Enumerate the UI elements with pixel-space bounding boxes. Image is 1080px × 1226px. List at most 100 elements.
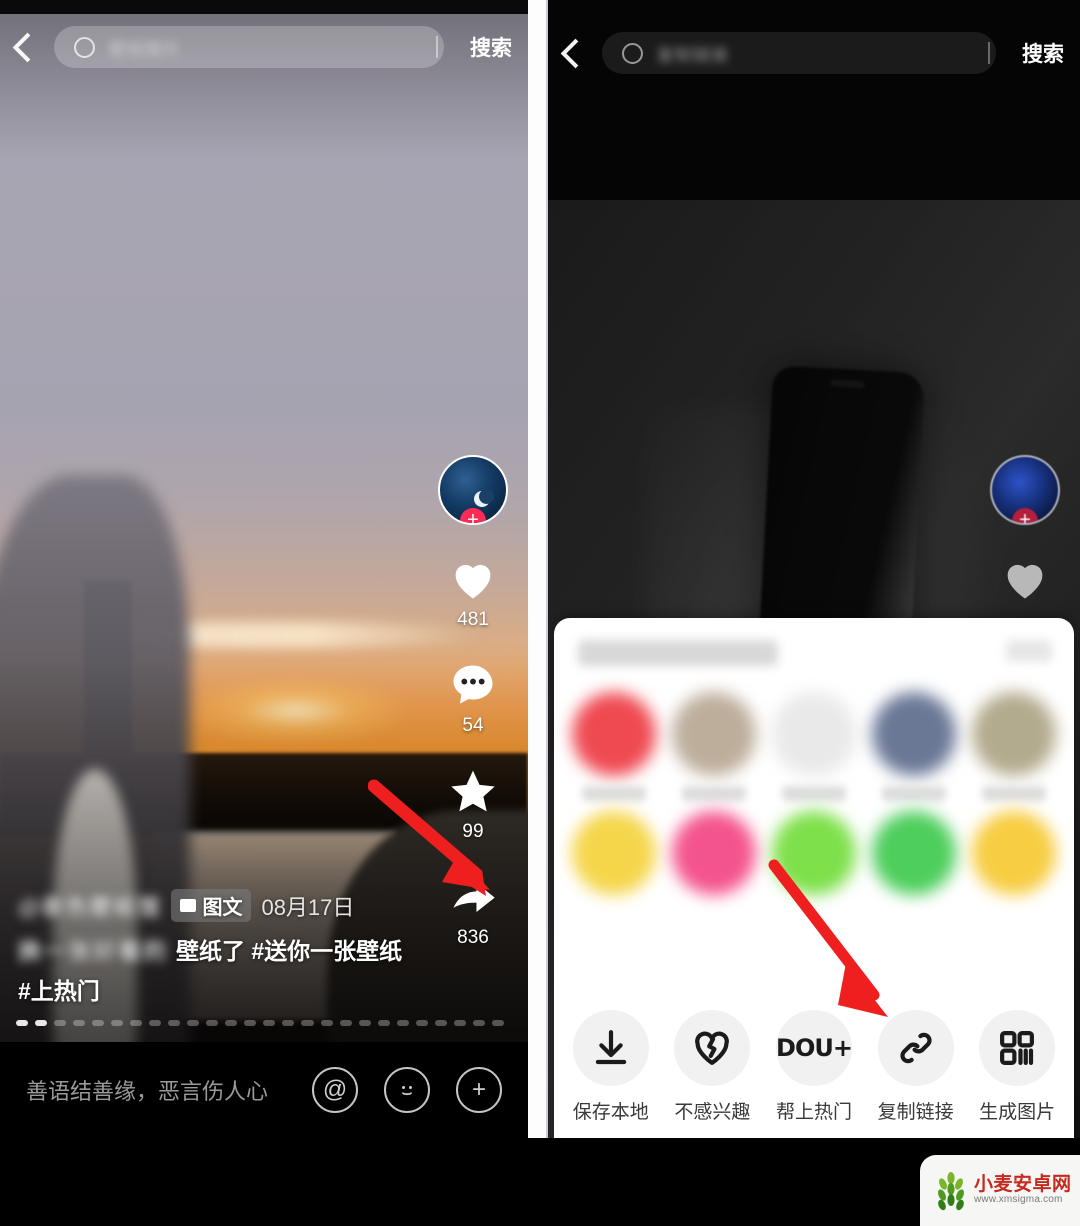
contact-item[interactable]: [568, 811, 660, 895]
sheet-more-blurred[interactable]: [1006, 640, 1052, 662]
progress-dot: [396, 1019, 409, 1026]
progress-dot: [339, 1019, 352, 1026]
progress-dot: [320, 1019, 333, 1026]
watermark-url: www.xmsigma.com: [974, 1194, 1063, 1206]
progress-dot: [35, 1019, 48, 1026]
status-badge: 图文: [171, 889, 252, 922]
caption-text-line: 换一张好看的 壁纸了 #送你一张壁纸: [18, 932, 432, 966]
back-button[interactable]: [548, 20, 602, 86]
contact-avatar: [572, 811, 656, 895]
contact-name: [582, 786, 646, 801]
contact-item[interactable]: [868, 811, 960, 895]
search-value: 复制链接: [657, 45, 729, 65]
image-badge-icon: [180, 899, 197, 912]
contact-item[interactable]: [668, 692, 760, 801]
like-button[interactable]: 481: [446, 553, 500, 631]
contact-name: [982, 786, 1046, 801]
copy-link-label: 复制链接: [877, 1102, 954, 1123]
plus-icon[interactable]: +: [1012, 508, 1038, 523]
not-interested-button[interactable]: 不感兴趣: [664, 1010, 760, 1124]
progress-dot: [111, 1019, 124, 1026]
progress-dot: [54, 1019, 67, 1026]
contact-avatar: [972, 692, 1056, 776]
favorite-button[interactable]: 99: [446, 765, 500, 843]
caption-hashtag[interactable]: #上热门: [18, 972, 432, 1006]
emoji-face-icon[interactable]: [384, 1067, 430, 1113]
avatar[interactable]: +: [438, 455, 508, 525]
badge-label: 图文: [202, 897, 243, 919]
search-input[interactable]: 复制链接: [602, 32, 996, 74]
link-chain-icon-wrap: [877, 1010, 954, 1086]
panel-divider: [528, 0, 548, 1138]
contact-avatar: [872, 692, 956, 776]
progress-dot: [491, 1019, 504, 1026]
heart-icon: [455, 564, 491, 599]
right-search-bar: 复制链接 搜索: [548, 18, 1080, 88]
left-search-bar: 壁纸图片 搜索: [0, 14, 528, 80]
contacts-row-1: [554, 682, 1074, 801]
user-avatar-moon-icon: [474, 489, 495, 508]
search-divider: [988, 42, 990, 64]
comment-button[interactable]: 54: [446, 659, 500, 737]
contact-name: [882, 786, 946, 801]
progress-dot: [187, 1019, 200, 1026]
back-chevron-icon: [560, 38, 590, 68]
caption-blurred-text: 换一张好看的: [18, 938, 168, 964]
avatar[interactable]: +: [990, 455, 1060, 525]
post-caption: @夜色壁纸馆 图文 08月17日 换一张好看的 壁纸了 #送你一张壁纸 #上热门: [18, 889, 432, 1006]
share-arrow-icon: [453, 882, 495, 912]
contact-item[interactable]: [768, 692, 860, 801]
progress-dot: [149, 1019, 162, 1026]
favorite-count: 99: [462, 821, 484, 842]
contact-item[interactable]: [768, 811, 860, 895]
at-icon[interactable]: @: [312, 1067, 358, 1113]
contact-avatar: [772, 811, 856, 895]
search-input[interactable]: 壁纸图片: [54, 26, 444, 68]
progress-dot: [434, 1019, 447, 1026]
dou-plus-button[interactable]: DOU+ 帮上热门: [766, 1010, 862, 1124]
plus-icon[interactable]: +: [460, 508, 486, 523]
share-sheet: 保存本地 不感兴趣 DOU+ 帮上热门 复制链接 生成图片: [554, 618, 1074, 1138]
like-count: 481: [457, 609, 489, 630]
contact-item[interactable]: [968, 811, 1060, 895]
share-button[interactable]: 836: [446, 871, 500, 949]
caption-visible-text: 壁纸了 #送你一张壁纸: [176, 938, 403, 964]
generate-image-button[interactable]: 生成图片: [969, 1010, 1065, 1124]
back-button[interactable]: [0, 14, 54, 80]
left-phone-screen: 壁纸图片 搜索 + 481 54 99 836 @夜色壁纸馆 图文 08月17日…: [0, 0, 528, 1138]
dou-plus-icon-wrap: DOU+: [775, 1010, 853, 1086]
contact-item[interactable]: [968, 692, 1060, 801]
comment-bar-icons: @ +: [312, 1067, 502, 1113]
copy-link-button[interactable]: 复制链接: [868, 1010, 964, 1124]
contact-avatar: [572, 692, 656, 776]
image-progress-indicator[interactable]: [16, 1019, 504, 1026]
post-date: 08月17日: [261, 894, 355, 920]
share-count: 836: [457, 927, 489, 948]
progress-dot: [244, 1019, 257, 1026]
comment-input-bar[interactable]: 善语结善缘，恶言伤人心 @ +: [0, 1042, 528, 1138]
search-submit-button[interactable]: 搜索: [458, 32, 528, 62]
contact-avatar: [672, 811, 756, 895]
link-chain-icon: [900, 1032, 932, 1064]
contact-item[interactable]: [868, 692, 960, 801]
contact-item[interactable]: [668, 811, 760, 895]
contact-item[interactable]: [568, 692, 660, 801]
contact-avatar: [772, 692, 856, 776]
progress-dot: [453, 1019, 466, 1026]
contact-avatar: [672, 692, 756, 776]
search-submit-button[interactable]: 搜索: [1010, 38, 1080, 68]
like-button[interactable]: [998, 553, 1052, 605]
progress-dot: [16, 1019, 29, 1026]
author-nickname[interactable]: @夜色壁纸馆: [18, 890, 161, 922]
progress-dot: [225, 1019, 238, 1026]
comment-count: 54: [462, 715, 484, 736]
save-local-label: 保存本地: [572, 1102, 649, 1123]
qr-grid-icon: [1000, 1031, 1035, 1065]
not-interested-label: 不感兴趣: [674, 1102, 751, 1123]
contact-avatar: [872, 811, 956, 895]
plus-circle-icon[interactable]: +: [456, 1067, 502, 1113]
share-action-row: 保存本地 不感兴趣 DOU+ 帮上热门 复制链接 生成图片: [554, 1010, 1074, 1124]
download-icon-wrap: [572, 1010, 649, 1086]
contact-avatar: [972, 811, 1056, 895]
save-local-button[interactable]: 保存本地: [563, 1010, 659, 1124]
